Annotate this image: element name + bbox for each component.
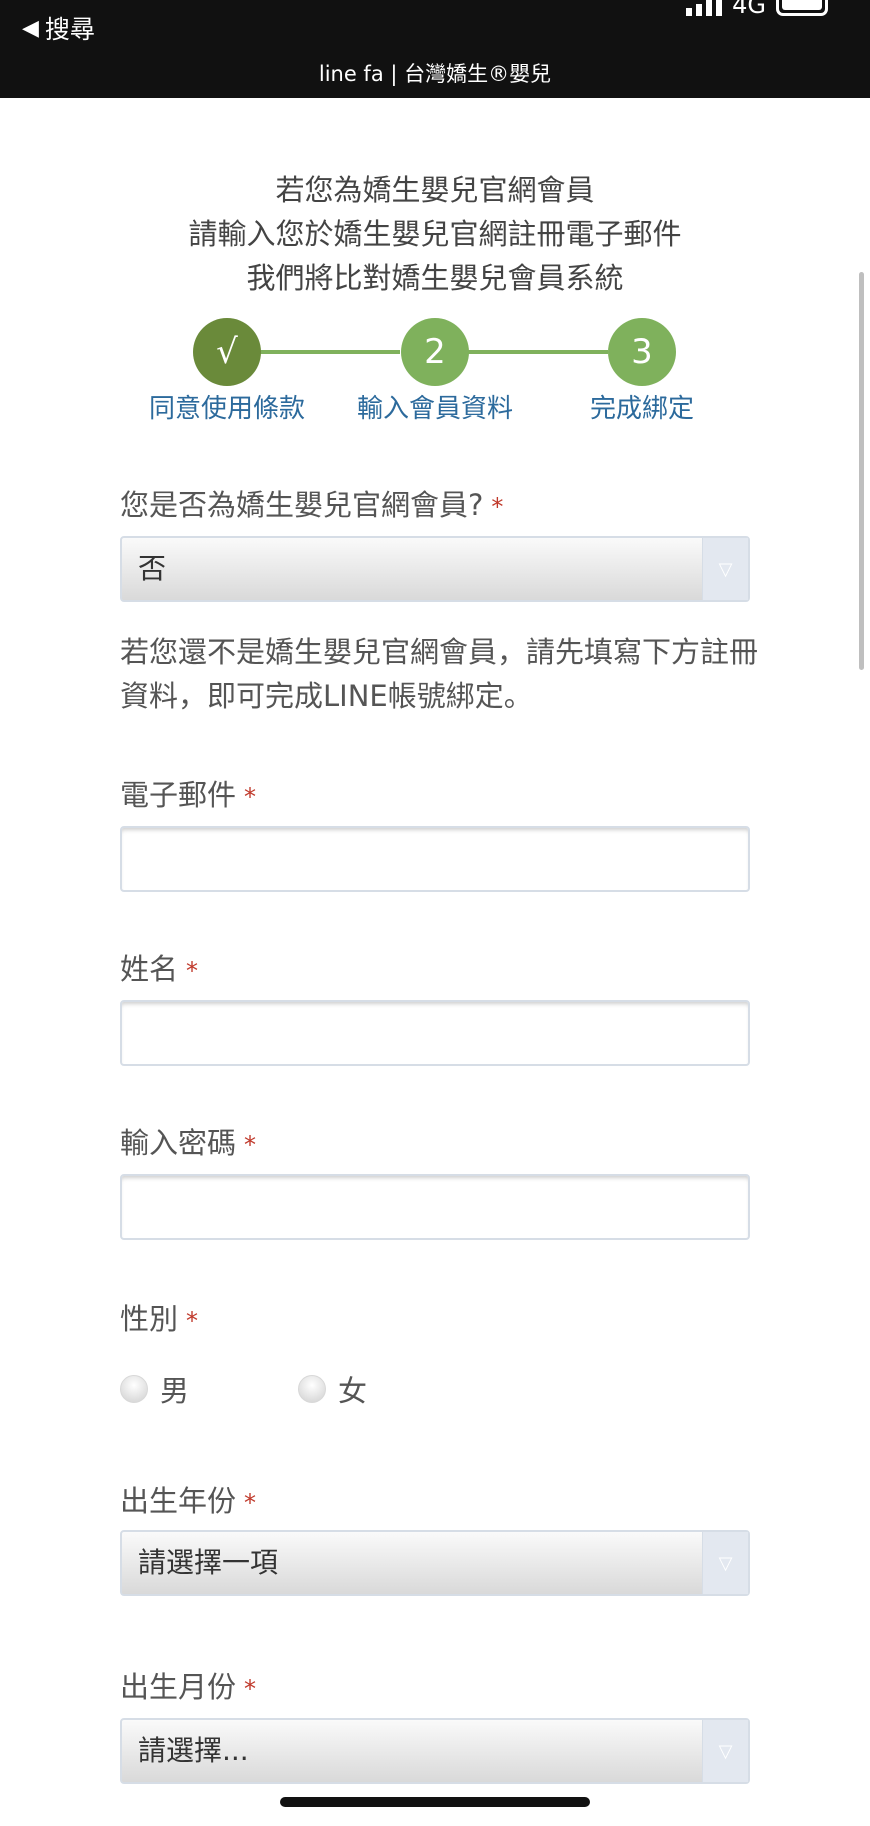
member-select-value: 否 — [138, 552, 167, 585]
birth-year-label: 出生年份 * — [120, 1484, 257, 1518]
email-field[interactable] — [120, 826, 750, 892]
birth-year-select[interactable]: 請選擇一項 ▽ — [120, 1530, 750, 1596]
step-2-circle: 2 — [401, 318, 469, 386]
email-label: 電子郵件 * — [120, 778, 257, 812]
required-mark: * — [491, 493, 504, 521]
intro-line: 我們將比對嬌生嬰兒會員系統 — [246, 261, 624, 295]
gender-female-radio[interactable]: 女 — [298, 1368, 367, 1410]
required-mark: * — [244, 1675, 257, 1703]
home-indicator[interactable] — [280, 1797, 590, 1807]
step-connector — [468, 350, 608, 354]
chevron-down-icon: ▽ — [702, 1532, 748, 1594]
password-field[interactable] — [120, 1174, 750, 1240]
required-mark: * — [244, 1131, 257, 1159]
status-indicators: 4G — [686, 0, 828, 19]
back-arrow-icon: ◀ — [22, 15, 39, 41]
intro-line: 請輸入您於嬌生嬰兒官網註冊電子郵件 — [188, 217, 682, 251]
chevron-down-icon: ▽ — [702, 1720, 748, 1782]
birth-year-value: 請選擇一項 — [138, 1546, 279, 1579]
required-mark: * — [186, 1307, 199, 1335]
required-mark: * — [244, 783, 257, 811]
signal-icon — [686, 0, 723, 16]
radio-circle-icon — [298, 1375, 326, 1403]
member-select[interactable]: 否 ▽ — [120, 536, 750, 602]
battery-icon — [776, 0, 828, 16]
network-type: 4G — [732, 0, 766, 19]
intro-line: 若您為嬌生嬰兒官網會員 — [275, 173, 595, 207]
name-label: 姓名 * — [120, 952, 199, 986]
member-question-label: 您是否為嬌生嬰兒官網會員? * — [120, 488, 504, 522]
birth-month-label: 出生月份 * — [120, 1670, 257, 1704]
radio-circle-icon — [120, 1375, 148, 1403]
step-connector — [260, 350, 400, 354]
name-field[interactable] — [120, 1000, 750, 1066]
registration-note: 若您還不是嬌生嬰兒官網會員，請先填寫下方註冊資料，即可完成LINE帳號綁定。 — [120, 635, 759, 713]
birth-month-value: 請選擇... — [138, 1734, 249, 1767]
chevron-down-icon: ▽ — [702, 538, 748, 600]
back-button[interactable]: ◀ 搜尋 — [22, 10, 95, 46]
step-2-label: 輸入會員資料 — [356, 394, 513, 424]
gender-label: 性別 * — [120, 1302, 199, 1336]
required-mark: * — [244, 1489, 257, 1517]
gender-male-radio[interactable]: 男 — [120, 1368, 189, 1410]
back-label: 搜尋 — [44, 15, 95, 44]
top-bar: ◀ 搜尋 4G line fa | 台灣嬌生®嬰兒 — [0, 0, 870, 98]
step-1-label: 同意使用條款 — [148, 394, 305, 424]
intro-text: 若您為嬌生嬰兒官網會員 請輸入您於嬌生嬰兒官網註冊電子郵件 我們將比對嬌生嬰兒會… — [0, 168, 870, 300]
step-3-label: 完成綁定 — [589, 394, 694, 424]
step-3-circle: 3 — [608, 318, 676, 386]
page-title: line fa | 台灣嬌生®嬰兒 — [318, 62, 552, 86]
password-label: 輸入密碼 * — [120, 1126, 257, 1160]
required-mark: * — [186, 957, 199, 985]
step-progress: √ 2 3 同意使用條款 輸入會員資料 完成綁定 — [0, 318, 870, 428]
step-1-check-icon: √ — [193, 318, 261, 386]
birth-month-select[interactable]: 請選擇... ▽ — [120, 1718, 750, 1784]
